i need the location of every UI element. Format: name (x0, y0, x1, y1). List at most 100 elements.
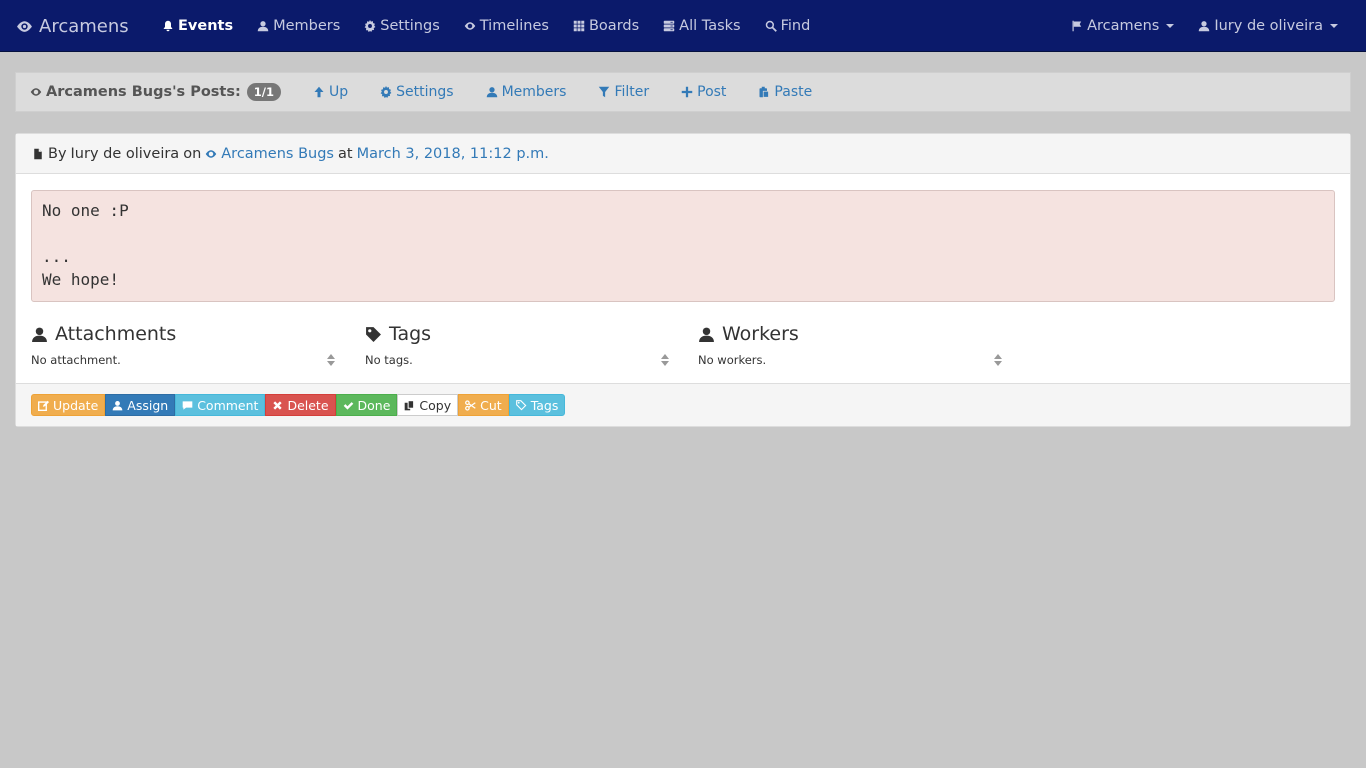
post-timeline-label: Arcamens Bugs (221, 145, 334, 162)
paste-link-label: Paste (774, 84, 813, 100)
workers-title: Workers (698, 321, 1003, 347)
post-date-link[interactable]: March 3, 2018, 11:12 p.m. (357, 146, 549, 162)
nav-members-label: Members (273, 18, 341, 34)
nav-boards[interactable]: Boards (561, 0, 651, 52)
org-menu-dropdown[interactable]: Arcamens (1059, 0, 1186, 52)
arrow-up-icon (313, 86, 325, 98)
scissors-icon (465, 399, 476, 411)
up-link[interactable]: Up (313, 84, 348, 100)
update-button-label: Update (53, 397, 99, 413)
nav-members[interactable]: Members (245, 0, 352, 52)
tags-button[interactable]: Tags (508, 394, 566, 416)
nav-all-tasks[interactable]: All Tasks (651, 0, 752, 52)
update-button[interactable]: Update (31, 394, 106, 416)
caret-down-icon (1330, 24, 1338, 28)
assign-button[interactable]: Assign (105, 394, 176, 416)
delete-button-label: Delete (287, 397, 329, 413)
sort-icon[interactable] (326, 353, 336, 367)
paste-link[interactable]: Paste (758, 84, 812, 100)
post-timeline-link[interactable]: Arcamens Bugs (205, 146, 334, 162)
post-at: at (337, 145, 353, 162)
nav-timelines[interactable]: Timelines (452, 0, 561, 52)
workers-title-text: Workers (722, 323, 799, 345)
nav-settings-label: Settings (380, 18, 440, 34)
tag-icon (365, 326, 382, 343)
nav-events[interactable]: Events (150, 0, 245, 52)
cut-button[interactable]: Cut (458, 394, 509, 416)
user-icon (31, 326, 48, 343)
workers-empty: No workers. (698, 353, 767, 367)
user-icon (257, 20, 269, 32)
user-icon (1198, 20, 1210, 32)
sort-icon[interactable] (993, 353, 1003, 367)
edit-icon (38, 400, 49, 411)
sort-icon[interactable] (660, 353, 670, 367)
flag-icon (1071, 20, 1083, 32)
post-panel: By Iury de oliveira on Arcamens Bugs at … (15, 133, 1351, 427)
brand-link[interactable]: Arcamens (16, 0, 129, 52)
eye-icon (205, 148, 217, 160)
copy-button[interactable]: Copy (397, 394, 459, 416)
nav-timelines-label: Timelines (479, 18, 549, 34)
tags-title: Tags (365, 321, 670, 347)
post-link[interactable]: Post (681, 84, 726, 100)
user-menu-dropdown[interactable]: Iury de oliveira (1186, 0, 1350, 52)
timeline-settings-link[interactable]: Settings (380, 84, 454, 100)
post-link-label: Post (697, 84, 727, 100)
check-icon (343, 400, 354, 411)
attachments-title-text: Attachments (55, 323, 177, 345)
workers-section: Workers No workers. (698, 321, 1003, 367)
timeline-settings-label: Settings (396, 84, 454, 100)
nav-settings[interactable]: Settings (352, 0, 451, 52)
tags-icon (515, 399, 527, 411)
timeline-title: Arcamens Bugs's Posts: 1/1 (30, 83, 281, 101)
file-icon (32, 148, 44, 160)
user-menu-label: Iury de oliveira (1214, 18, 1323, 34)
org-menu-label: Arcamens (1087, 18, 1160, 34)
filter-link[interactable]: Filter (598, 84, 649, 100)
tags-empty: No tags. (365, 353, 413, 367)
comment-button-label: Comment (197, 397, 259, 413)
attachments-list: No attachment. (31, 353, 336, 367)
up-link-label: Up (329, 84, 349, 100)
post-author: Iury de oliveira (70, 145, 180, 162)
done-button-label: Done (357, 397, 391, 413)
filter-icon (598, 86, 610, 98)
brand-label: Arcamens (39, 15, 129, 37)
user-icon (112, 400, 123, 411)
workers-list: No workers. (698, 353, 1003, 367)
user-icon (698, 326, 715, 343)
gear-icon (380, 86, 392, 98)
search-icon (765, 20, 777, 32)
post-by-prefix: By (48, 145, 67, 162)
top-navbar: Arcamens Events Members Settings Timelin… (0, 0, 1366, 52)
post-on: on (183, 145, 202, 162)
plus-icon (681, 86, 693, 98)
close-icon (272, 400, 283, 411)
attachments-title: Attachments (31, 321, 336, 347)
post-count-badge: 1/1 (246, 83, 281, 101)
tags-section: Tags No tags. (365, 321, 670, 367)
done-button[interactable]: Done (335, 394, 398, 416)
nav-find[interactable]: Find (753, 0, 823, 52)
timeline-members-link[interactable]: Members (486, 84, 567, 100)
eye-icon (464, 20, 476, 32)
attachments-section: Attachments No attachment. (31, 321, 336, 367)
tags-button-label: Tags (530, 397, 559, 413)
timeline-members-label: Members (501, 84, 567, 100)
tasks-icon (663, 20, 675, 32)
eye-icon (30, 86, 42, 98)
delete-button[interactable]: Delete (265, 394, 336, 416)
caret-down-icon (1166, 24, 1175, 28)
comment-icon (182, 400, 193, 411)
filter-link-label: Filter (614, 84, 650, 100)
cut-button-label: Cut (480, 397, 502, 413)
attachments-empty: No attachment. (31, 353, 121, 367)
eye-icon (16, 18, 33, 35)
comment-button[interactable]: Comment (175, 394, 266, 416)
tags-list: No tags. (365, 353, 670, 367)
nav-all-tasks-label: All Tasks (679, 18, 741, 34)
user-icon (486, 86, 498, 98)
copy-icon (404, 399, 415, 411)
paste-icon (758, 86, 770, 98)
